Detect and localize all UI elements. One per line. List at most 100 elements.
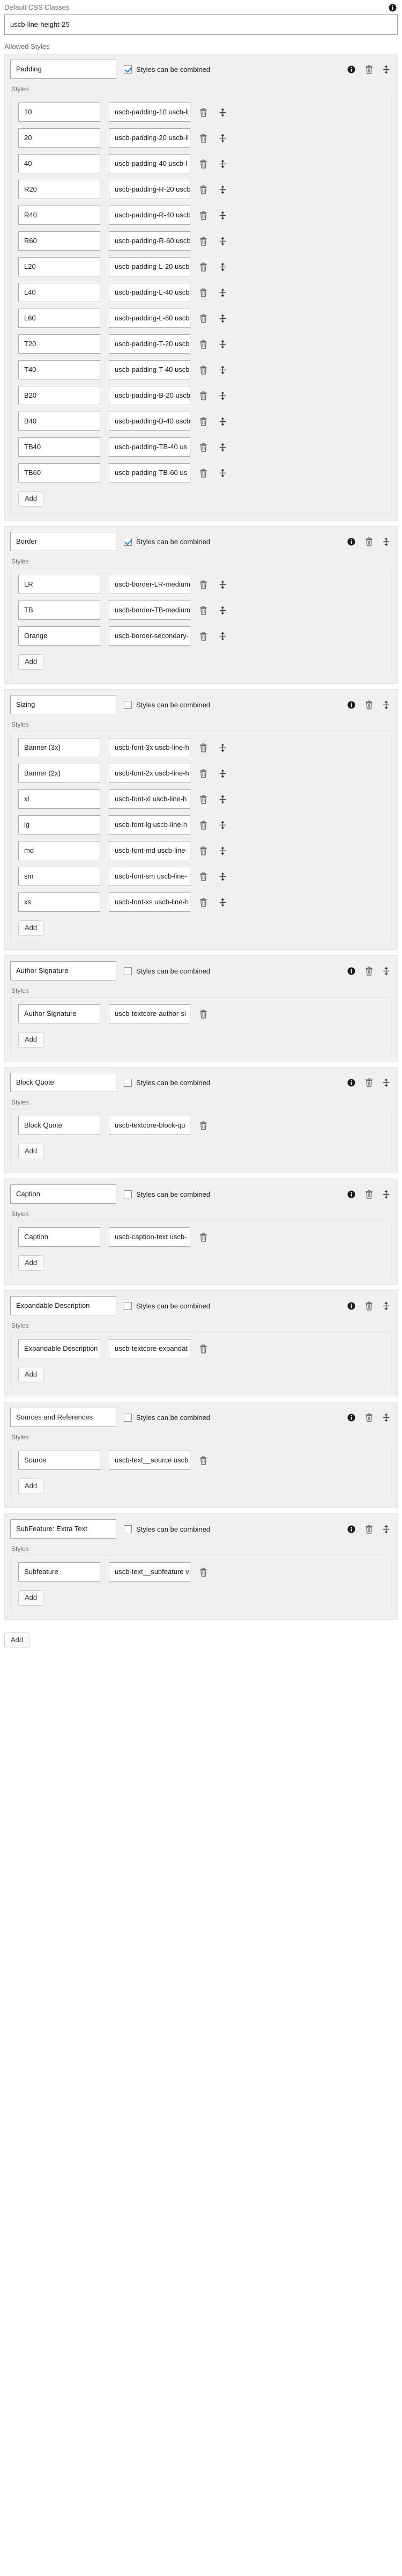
move-updown-icon[interactable] bbox=[219, 443, 226, 452]
style-key-input[interactable]: LR bbox=[18, 575, 100, 594]
info-icon[interactable] bbox=[347, 967, 355, 975]
styles-can-be-combined-field[interactable]: Styles can be combined bbox=[124, 1301, 347, 1310]
trash-icon[interactable] bbox=[199, 1455, 207, 1465]
move-updown-icon[interactable] bbox=[219, 314, 226, 323]
group-name-input[interactable]: Caption bbox=[10, 1184, 116, 1204]
add-style-button[interactable]: Add bbox=[18, 1479, 44, 1494]
trash-icon[interactable] bbox=[199, 185, 207, 194]
move-updown-icon[interactable] bbox=[219, 134, 226, 143]
style-key-input[interactable]: R40 bbox=[18, 206, 100, 225]
style-key-input[interactable]: L20 bbox=[18, 257, 100, 276]
move-updown-icon[interactable] bbox=[219, 262, 226, 272]
style-classes-input[interactable]: uscb-font-3x uscb-line-h bbox=[109, 738, 190, 757]
trash-icon[interactable] bbox=[365, 537, 373, 546]
trash-icon[interactable] bbox=[199, 133, 207, 143]
style-key-input[interactable]: Block Quote bbox=[18, 1116, 100, 1135]
styles-can-be-combined-field[interactable]: Styles can be combined bbox=[124, 65, 347, 74]
trash-icon[interactable] bbox=[199, 605, 207, 615]
trash-icon[interactable] bbox=[199, 107, 207, 117]
group-name-input[interactable]: Block Quote bbox=[10, 1073, 116, 1092]
trash-icon[interactable] bbox=[199, 631, 207, 641]
style-key-input[interactable]: T40 bbox=[18, 360, 100, 379]
trash-icon[interactable] bbox=[199, 391, 207, 400]
move-updown-icon[interactable] bbox=[219, 769, 226, 778]
styles-can-be-combined-field[interactable]: Styles can be combined bbox=[124, 1413, 347, 1422]
styles-can-be-combined-checkbox[interactable] bbox=[124, 65, 132, 74]
trash-icon[interactable] bbox=[199, 1344, 207, 1353]
style-classes-input[interactable]: uscb-font-xs uscb-line-h bbox=[109, 892, 190, 912]
style-classes-input[interactable]: uscb-font-sm uscb-line- bbox=[109, 867, 190, 886]
style-key-input[interactable]: Author Signature bbox=[18, 1004, 100, 1023]
move-updown-icon[interactable] bbox=[383, 1413, 390, 1422]
move-updown-icon[interactable] bbox=[219, 417, 226, 426]
style-classes-input[interactable]: uscb-font-xl uscb-line-h bbox=[109, 789, 190, 809]
add-style-button[interactable]: Add bbox=[18, 920, 44, 936]
add-style-button[interactable]: Add bbox=[18, 654, 44, 670]
trash-icon[interactable] bbox=[365, 1413, 373, 1422]
style-key-input[interactable]: TB bbox=[18, 601, 100, 620]
style-classes-input[interactable]: uscb-padding-L-40 uscb bbox=[109, 283, 190, 302]
styles-can-be-combined-checkbox[interactable] bbox=[124, 1525, 132, 1533]
group-name-input[interactable]: Padding bbox=[10, 60, 116, 79]
style-key-input[interactable]: B40 bbox=[18, 412, 100, 431]
trash-icon[interactable] bbox=[199, 365, 207, 375]
info-icon[interactable] bbox=[347, 1190, 355, 1198]
styles-can-be-combined-field[interactable]: Styles can be combined bbox=[124, 700, 347, 709]
trash-icon[interactable] bbox=[199, 159, 207, 169]
group-name-input[interactable]: SubFeature: Extra Text bbox=[10, 1519, 116, 1539]
style-key-input[interactable]: 10 bbox=[18, 103, 100, 122]
trash-icon[interactable] bbox=[199, 468, 207, 478]
move-updown-icon[interactable] bbox=[219, 288, 226, 297]
style-classes-input[interactable]: uscb-padding-TB-60 us bbox=[109, 463, 190, 482]
trash-icon[interactable] bbox=[199, 794, 207, 804]
style-classes-input[interactable]: uscb-padding-T-40 uscb bbox=[109, 360, 190, 379]
style-classes-input[interactable]: uscb-padding-40 uscb-l bbox=[109, 154, 190, 173]
styles-can-be-combined-checkbox[interactable] bbox=[124, 967, 132, 975]
trash-icon[interactable] bbox=[199, 210, 207, 220]
styles-can-be-combined-checkbox[interactable] bbox=[124, 1301, 132, 1310]
style-key-input[interactable]: Caption bbox=[18, 1227, 100, 1247]
info-icon[interactable] bbox=[347, 537, 355, 546]
style-key-input[interactable]: sm bbox=[18, 867, 100, 886]
style-classes-input[interactable]: uscb-border-secondary- bbox=[109, 626, 190, 646]
style-key-input[interactable]: R20 bbox=[18, 180, 100, 199]
move-updown-icon[interactable] bbox=[219, 340, 226, 349]
style-classes-input[interactable]: uscb-font-lg uscb-line-h bbox=[109, 815, 190, 835]
trash-icon[interactable] bbox=[199, 1121, 207, 1130]
info-icon[interactable] bbox=[347, 700, 355, 709]
move-updown-icon[interactable] bbox=[219, 391, 226, 400]
trash-icon[interactable] bbox=[199, 1567, 207, 1577]
style-key-input[interactable]: xl bbox=[18, 789, 100, 809]
move-updown-icon[interactable] bbox=[219, 108, 226, 117]
style-classes-input[interactable]: uscb-textcore-author-si bbox=[109, 1004, 190, 1023]
group-name-input[interactable]: Sources and References bbox=[10, 1408, 116, 1427]
styles-can-be-combined-checkbox[interactable] bbox=[124, 1413, 132, 1422]
move-updown-icon[interactable] bbox=[383, 1078, 390, 1087]
move-updown-icon[interactable] bbox=[219, 632, 226, 641]
move-updown-icon[interactable] bbox=[219, 211, 226, 220]
style-classes-input[interactable]: uscb-text__subfeature v bbox=[109, 1562, 190, 1582]
trash-icon[interactable] bbox=[365, 1078, 373, 1087]
style-key-input[interactable]: Banner (2x) bbox=[18, 764, 100, 783]
style-classes-input[interactable]: uscb-font-md uscb-line- bbox=[109, 841, 190, 860]
style-classes-input[interactable]: uscb-padding-B-20 uscb bbox=[109, 386, 190, 405]
move-updown-icon[interactable] bbox=[219, 365, 226, 375]
style-key-input[interactable]: 40 bbox=[18, 154, 100, 173]
style-classes-input[interactable]: uscb-textcore-expandat bbox=[109, 1339, 190, 1358]
style-classes-input[interactable]: uscb-textcore-block-qu bbox=[109, 1116, 190, 1135]
info-icon[interactable] bbox=[347, 1078, 355, 1087]
move-updown-icon[interactable] bbox=[383, 1525, 390, 1534]
style-classes-input[interactable]: uscb-padding-L-20 uscb bbox=[109, 257, 190, 276]
styles-can-be-combined-checkbox[interactable] bbox=[124, 1078, 132, 1087]
style-key-input[interactable]: 20 bbox=[18, 128, 100, 148]
trash-icon[interactable] bbox=[199, 442, 207, 452]
trash-icon[interactable] bbox=[199, 1009, 207, 1019]
style-key-input[interactable]: xs bbox=[18, 892, 100, 912]
trash-icon[interactable] bbox=[199, 743, 207, 752]
styles-can-be-combined-field[interactable]: Styles can be combined bbox=[124, 537, 347, 546]
trash-icon[interactable] bbox=[199, 262, 207, 272]
styles-can-be-combined-field[interactable]: Styles can be combined bbox=[124, 1190, 347, 1198]
style-key-input[interactable]: Expandable Description bbox=[18, 1339, 100, 1358]
move-updown-icon[interactable] bbox=[219, 185, 226, 194]
move-updown-icon[interactable] bbox=[219, 159, 226, 169]
